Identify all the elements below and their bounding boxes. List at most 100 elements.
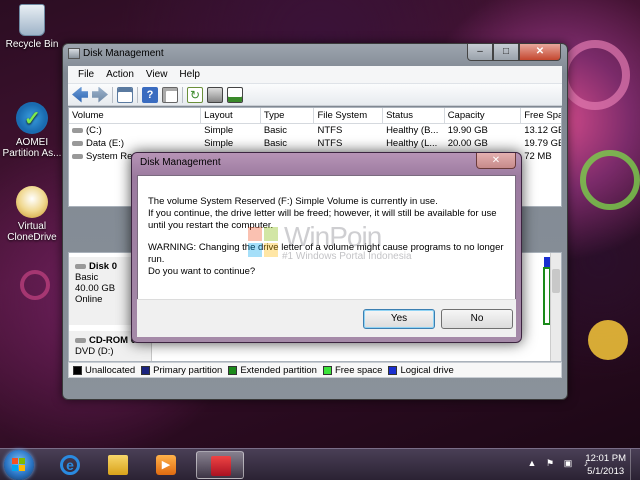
- legend-label: Logical drive: [400, 364, 454, 376]
- toolbar-separator: [112, 86, 113, 103]
- folder-icon: [108, 455, 128, 475]
- dialog-warning: WARNING: Changing the drive letter of a …: [148, 242, 504, 265]
- refresh-icon[interactable]: ↻: [187, 86, 203, 103]
- system-tray: ▲ ⚑ ▣ ♪: [526, 457, 592, 469]
- volume-icon: [72, 153, 83, 159]
- desktop-icon-label: AOMEI Partition As...: [2, 137, 62, 159]
- clock[interactable]: 12:01 PM 5/1/2013: [585, 452, 626, 478]
- wallpaper-dot: [588, 320, 628, 360]
- menu-action[interactable]: Action: [100, 69, 140, 80]
- toolbar-separator: [137, 86, 138, 103]
- minimize-button[interactable]: –: [467, 44, 493, 61]
- cell-free-space: 19.79 GB: [524, 138, 561, 149]
- wallpaper-swirl: [560, 40, 630, 110]
- dialog-message-line2: If you continue, the drive letter will b…: [148, 208, 497, 231]
- cell-free-space: 72 MB: [524, 151, 552, 162]
- legend-swatch: [228, 365, 238, 375]
- no-button[interactable]: No: [441, 309, 513, 329]
- help-icon[interactable]: ?: [142, 86, 158, 103]
- cell-status: Healthy (L...: [386, 138, 438, 149]
- desktop-icon-recycle-bin[interactable]: Recycle Bin: [0, 4, 64, 50]
- taskbar-windows-explorer[interactable]: [98, 451, 138, 479]
- disk-management-icon: [68, 48, 80, 59]
- desktop-icon-label: Virtual CloneDrive: [7, 221, 57, 243]
- wallpaper-swirl: [580, 150, 640, 210]
- table-row[interactable]: (C:) Simple Basic NTFS Healthy (B... 19.…: [69, 124, 561, 137]
- taskbar-internet-explorer[interactable]: e: [50, 451, 90, 479]
- back-icon[interactable]: [72, 86, 88, 103]
- taskbar: e ▶ ▲ ⚑ ▣ ♪ 12:01 PM 5/1/2013: [0, 448, 640, 480]
- legend-swatch: [73, 365, 82, 375]
- action-center-icon[interactable]: ⚑: [544, 457, 556, 469]
- menu-bar: File Action View Help: [68, 66, 562, 84]
- column-header-status[interactable]: Status: [383, 108, 445, 123]
- cell-volume: System Res: [86, 151, 138, 162]
- disk-view-icon[interactable]: [227, 86, 243, 103]
- yes-button[interactable]: Yes: [363, 309, 435, 329]
- cell-file-system: NTFS: [317, 125, 343, 136]
- legend-label: Extended partition: [240, 364, 317, 376]
- dialog-body: The volume System Reserved (F:) Simple V…: [137, 175, 516, 317]
- scrollbar-thumb[interactable]: [552, 269, 560, 293]
- column-header-free-space[interactable]: Free Spa...: [521, 108, 561, 123]
- table-row[interactable]: Data (E:) Simple Basic NTFS Healthy (L..…: [69, 137, 561, 150]
- cell-file-system: NTFS: [317, 138, 343, 149]
- vertical-scrollbar[interactable]: [550, 253, 561, 361]
- show-desktop-button[interactable]: [630, 449, 640, 480]
- cell-capacity: 19.90 GB: [447, 125, 488, 136]
- toolbar: ? ↻: [68, 84, 562, 106]
- rescan-disks-icon[interactable]: [207, 86, 223, 103]
- show-hidden-icons-icon[interactable]: ▲: [526, 457, 538, 469]
- cell-type: Basic: [263, 138, 288, 149]
- menu-file[interactable]: File: [72, 69, 100, 80]
- legend-swatch: [322, 365, 332, 375]
- disk-management-icon: [211, 456, 231, 476]
- legend-item-extended: Extended partition: [228, 365, 317, 376]
- legend-swatch: [141, 365, 151, 375]
- legend-label: Free space: [334, 364, 383, 376]
- column-header-volume[interactable]: Volume: [69, 108, 202, 123]
- toolbar-separator: [182, 86, 183, 103]
- disk-0-name: Disk 0: [89, 261, 117, 272]
- cell-layout: Simple: [204, 125, 234, 136]
- legend-item-free-space: Free space: [322, 364, 383, 376]
- cell-capacity: 20.00 GB: [447, 138, 488, 149]
- cdrom-icon: [75, 337, 86, 343]
- dialog-title: Disk Management: [140, 157, 221, 168]
- aomei-partition-icon: [16, 102, 48, 134]
- legend-item-logical: Logical drive: [388, 364, 454, 376]
- dialog-question: Do you want to continue?: [148, 266, 256, 277]
- legend-label: Primary partition: [153, 364, 223, 376]
- partition-legend: Unallocated Primary partition Extended p…: [68, 362, 562, 378]
- dialog-message-line1: The volume System Reserved (F:) Simple V…: [148, 196, 438, 207]
- confirm-dialog: Disk Management ✕ The volume System Rese…: [131, 152, 522, 343]
- dialog-close-button[interactable]: ✕: [476, 153, 516, 169]
- menu-help[interactable]: Help: [173, 69, 206, 80]
- close-button[interactable]: ✕: [519, 44, 561, 61]
- menu-view[interactable]: View: [140, 69, 174, 80]
- taskbar-disk-management[interactable]: [196, 451, 244, 479]
- show-hide-console-tree-icon[interactable]: [117, 86, 133, 103]
- windows-flag-icon: [12, 458, 26, 472]
- window-title: Disk Management: [83, 48, 164, 59]
- cell-free-space: 13.12 GB: [524, 125, 561, 136]
- legend-label: Unallocated: [85, 364, 136, 376]
- desktop-icon-virtual-clonedrive[interactable]: Virtual CloneDrive: [0, 186, 64, 243]
- maximize-button[interactable]: □: [493, 44, 519, 61]
- start-button[interactable]: [4, 450, 34, 480]
- window-titlebar[interactable]: Disk Management – □ ✕: [63, 44, 567, 64]
- column-header-layout[interactable]: Layout: [201, 108, 261, 123]
- column-header-capacity[interactable]: Capacity: [445, 108, 522, 123]
- volume-list-header: Volume Layout Type File System Status Ca…: [69, 108, 561, 124]
- volume-icon: [72, 140, 83, 146]
- desktop-icon-aomei[interactable]: AOMEI Partition As...: [0, 102, 64, 159]
- properties-icon[interactable]: [162, 86, 178, 103]
- forward-icon[interactable]: [92, 86, 108, 103]
- network-icon[interactable]: ▣: [562, 457, 574, 469]
- legend-item-primary: Primary partition: [141, 365, 222, 376]
- column-header-file-system[interactable]: File System: [314, 108, 384, 123]
- dialog-footer: Yes No: [137, 299, 516, 337]
- taskbar-media-player[interactable]: ▶: [146, 451, 186, 479]
- column-header-type[interactable]: Type: [261, 108, 315, 123]
- cell-volume: Data (E:): [86, 138, 125, 149]
